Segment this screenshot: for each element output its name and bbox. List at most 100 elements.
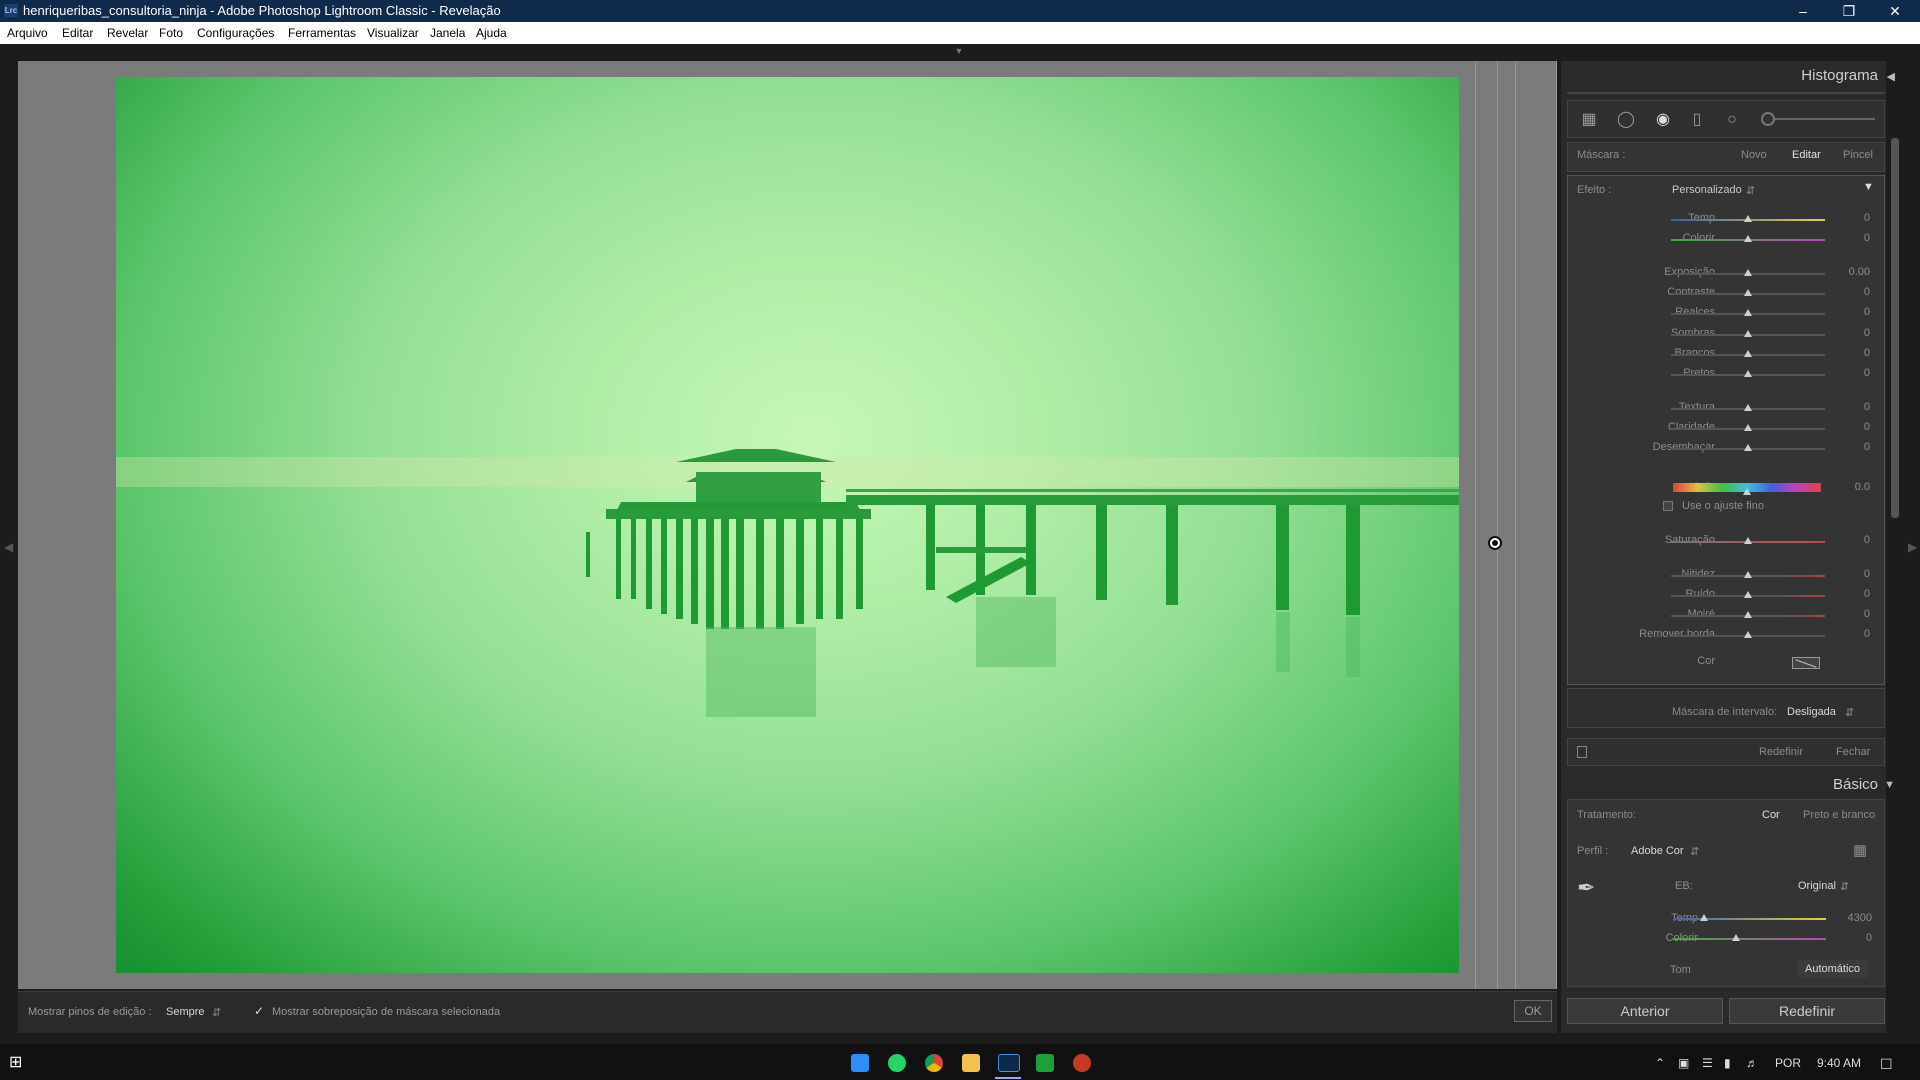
menu-ferramentas[interactable]: Ferramentas (288, 22, 356, 44)
app-taskbar-icon[interactable] (1073, 1054, 1091, 1072)
slider-value-16[interactable]: 0 (1840, 628, 1870, 640)
slider-knob-12[interactable] (1744, 537, 1752, 544)
left-panel-toggle-icon[interactable]: ◀ (4, 540, 13, 554)
slider-track-11[interactable] (1673, 483, 1821, 495)
effect-select[interactable]: Personalizado (1672, 184, 1742, 196)
tone-auto-button[interactable]: Automático (1797, 960, 1869, 978)
slider-knob-5[interactable] (1744, 330, 1752, 337)
photo-with-mask-overlay[interactable] (116, 77, 1459, 973)
slider-knob-0[interactable] (1744, 215, 1752, 222)
slider-knob-8[interactable] (1744, 404, 1752, 411)
fine-tune-checkbox[interactable] (1663, 501, 1673, 511)
language-indicator[interactable]: POR (1775, 1056, 1801, 1070)
effect-collapse-icon[interactable]: ▼ (1863, 181, 1874, 193)
slider-knob-13[interactable] (1744, 571, 1752, 578)
slider-track-4[interactable] (1671, 309, 1825, 316)
slider-track-6[interactable] (1671, 350, 1825, 357)
slider-track-8[interactable] (1671, 404, 1825, 411)
slider-track-16[interactable] (1671, 631, 1825, 638)
slider-knob-2[interactable] (1744, 269, 1752, 276)
restore-icon[interactable]: ❐ (1826, 0, 1872, 22)
slider-value-13[interactable]: 0 (1840, 568, 1870, 580)
profile-select[interactable]: Adobe Cor (1631, 845, 1684, 857)
wb-eyedropper-icon[interactable]: ✒ (1577, 875, 1605, 903)
menu-revelar[interactable]: Revelar (107, 22, 148, 44)
lightroom-taskbar-icon[interactable] (998, 1054, 1020, 1072)
menu-janela[interactable]: Janela (430, 22, 465, 44)
overlay-checkbox[interactable]: ✓ (254, 1005, 266, 1017)
slider-value-8[interactable]: 0 (1840, 401, 1870, 413)
clock[interactable]: 9:40 AM (1817, 1056, 1861, 1070)
mask-close-button[interactable]: Fechar (1836, 746, 1870, 758)
top-panel-toggle-icon[interactable]: ▼ (952, 47, 966, 56)
menu-foto[interactable]: Foto (159, 22, 183, 44)
adjustment-brush-track[interactable] (1765, 118, 1875, 120)
basic-title[interactable]: Básico (1833, 776, 1878, 793)
slider-value-3[interactable]: 0 (1840, 286, 1870, 298)
ok-button[interactable]: OK (1514, 1000, 1552, 1022)
whatsapp-icon[interactable] (888, 1054, 906, 1072)
panel-scrollbar[interactable] (1891, 138, 1899, 518)
slider-track-0[interactable] (1671, 215, 1825, 222)
basic-temp-track[interactable] (1673, 914, 1826, 921)
profile-chevron-icon[interactable]: ⇵ (1690, 845, 1699, 858)
slider-track-2[interactable] (1671, 269, 1825, 276)
slider-value-6[interactable]: 0 (1840, 347, 1870, 359)
volume-icon[interactable]: ♬ (1746, 1056, 1758, 1070)
battery-icon[interactable]: ▮ (1724, 1056, 1731, 1070)
menu-configuracoes[interactable]: Configurações (197, 22, 274, 44)
slider-value-14[interactable]: 0 (1840, 588, 1870, 600)
slider-track-7[interactable] (1671, 370, 1825, 377)
notification-icon[interactable]: ☐ (1880, 1056, 1893, 1073)
file-explorer-icon[interactable] (962, 1054, 980, 1072)
slider-track-13[interactable] (1671, 571, 1825, 578)
slider-knob-11[interactable] (1743, 488, 1751, 495)
treatment-bw-button[interactable]: Preto e branco (1803, 809, 1875, 821)
effect-chevron-icon[interactable]: ⇵ (1746, 184, 1755, 197)
tray-chevron-icon[interactable]: ⌃ (1655, 1056, 1665, 1070)
wb-chevron-icon[interactable]: ⇵ (1840, 880, 1849, 893)
wifi-icon[interactable]: ☰ (1702, 1056, 1713, 1070)
slider-value-5[interactable]: 0 (1840, 327, 1870, 339)
slider-knob-10[interactable] (1744, 444, 1752, 451)
zoom-app-icon[interactable] (851, 1054, 869, 1072)
slider-knob-3[interactable] (1744, 289, 1752, 296)
slider-knob-14[interactable] (1744, 591, 1752, 598)
color-swatch[interactable] (1792, 657, 1820, 669)
range-mask-select[interactable]: Desligada (1787, 706, 1836, 718)
slider-track-12[interactable] (1671, 537, 1825, 544)
slider-value-10[interactable]: 0 (1840, 441, 1870, 453)
slider-value-11[interactable]: 0.0 (1840, 481, 1870, 493)
chrome-icon[interactable] (925, 1054, 943, 1072)
slider-value-2[interactable]: 0.00 (1840, 266, 1870, 278)
mask-new-button[interactable]: Novo (1741, 149, 1767, 161)
graduated-filter-icon[interactable]: ▯ (1686, 110, 1708, 130)
mask-toggle-switch[interactable] (1577, 746, 1587, 758)
slider-track-3[interactable] (1671, 289, 1825, 296)
radial-filter-icon[interactable]: ○ (1721, 110, 1743, 130)
close-icon[interactable]: ✕ (1872, 0, 1918, 22)
wb-select[interactable]: Original (1798, 880, 1836, 892)
treatment-color-button[interactable]: Cor (1762, 809, 1780, 821)
basic-temp-value[interactable]: 4300 (1840, 912, 1872, 924)
previous-button[interactable]: Anterior (1567, 998, 1723, 1024)
basic-tint-value[interactable]: 0 (1840, 932, 1872, 944)
histogram-collapse-icon[interactable]: ◀ (1887, 70, 1895, 83)
tray-app-icon[interactable]: ▣ (1678, 1056, 1689, 1070)
slider-value-7[interactable]: 0 (1840, 367, 1870, 379)
red-eye-icon[interactable]: ◉ (1652, 110, 1674, 130)
slider-knob-1[interactable] (1744, 235, 1752, 242)
slider-value-0[interactable]: 0 (1840, 212, 1870, 224)
slider-value-9[interactable]: 0 (1840, 421, 1870, 433)
show-pins-chevron-icon[interactable]: ⇵ (212, 1006, 221, 1019)
slider-knob-7[interactable] (1744, 370, 1752, 377)
menu-ajuda[interactable]: Ajuda (476, 22, 507, 44)
menu-arquivo[interactable]: Arquivo (7, 22, 48, 44)
camtasia-icon[interactable] (1036, 1054, 1054, 1072)
slider-track-1[interactable] (1671, 235, 1825, 242)
minimize-icon[interactable]: – (1780, 0, 1826, 22)
slider-knob-16[interactable] (1744, 631, 1752, 638)
basic-tint-track[interactable] (1673, 934, 1826, 941)
slider-track-5[interactable] (1671, 330, 1825, 337)
reset-button[interactable]: Redefinir (1729, 998, 1885, 1024)
